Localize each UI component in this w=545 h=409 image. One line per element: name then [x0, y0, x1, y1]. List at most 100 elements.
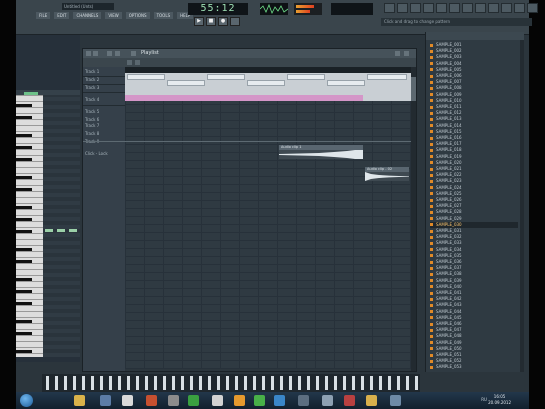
browser-item[interactable]: SAMPLE_001	[430, 42, 518, 48]
browser-item[interactable]: SAMPLE_044	[430, 309, 518, 315]
strip-key[interactable]	[163, 376, 166, 390]
black-key[interactable]	[16, 104, 32, 107]
strip-key[interactable]	[190, 376, 193, 390]
browser-item[interactable]: SAMPLE_014	[430, 123, 518, 129]
browser-item[interactable]: SAMPLE_036	[430, 259, 518, 265]
black-key[interactable]	[16, 320, 32, 323]
strip-key[interactable]	[280, 376, 283, 390]
window-option-icon[interactable]	[93, 51, 98, 56]
track-label[interactable]: Track 1	[85, 69, 99, 74]
pattern-clip[interactable]	[167, 80, 205, 86]
menu-channels[interactable]: CHANNELS	[73, 12, 102, 19]
audio-clip[interactable]: Audio clip 1	[279, 145, 363, 159]
browser-item[interactable]: SAMPLE_016	[430, 135, 518, 141]
browser-item[interactable]: SAMPLE_022	[430, 172, 518, 178]
media-taskbar-icon[interactable]	[100, 395, 111, 406]
plugin-picker-shortcut-icon[interactable]	[462, 3, 473, 13]
black-key[interactable]	[16, 176, 32, 179]
strip-key[interactable]	[316, 376, 319, 390]
tempo-tap-shortcut-icon[interactable]	[475, 3, 486, 13]
browser-scrollbar[interactable]	[520, 40, 524, 372]
strip-key[interactable]	[199, 376, 202, 390]
piano-roll-shortcut-icon[interactable]	[410, 3, 421, 13]
browser-item[interactable]: SAMPLE_029	[430, 216, 518, 222]
menu-edit[interactable]: EDIT	[54, 12, 70, 19]
black-key[interactable]	[16, 146, 32, 149]
browser-item[interactable]: SAMPLE_023	[430, 178, 518, 184]
black-key[interactable]	[16, 248, 32, 251]
browser-item[interactable]: SAMPLE_006	[430, 73, 518, 79]
menu-view[interactable]: VIEW	[105, 12, 122, 19]
explorer-taskbar-icon[interactable]	[74, 395, 85, 406]
black-key[interactable]	[16, 278, 32, 281]
browser-item[interactable]: SAMPLE_008	[430, 85, 518, 91]
about-shortcut-icon[interactable]	[514, 3, 525, 13]
mixer-shortcut-icon[interactable]	[436, 3, 447, 13]
menu-options[interactable]: OPTIONS	[125, 12, 150, 19]
black-key[interactable]	[16, 206, 32, 209]
folder-taskbar-icon[interactable]	[366, 395, 377, 406]
black-key[interactable]	[16, 116, 32, 119]
strip-key[interactable]	[154, 376, 157, 390]
browser-item[interactable]: SAMPLE_043	[430, 302, 518, 308]
app-taskbar-icon[interactable]	[146, 395, 157, 406]
black-key[interactable]	[16, 188, 32, 191]
record-button[interactable]: ●	[218, 17, 228, 26]
strip-key[interactable]	[298, 376, 301, 390]
browser-item[interactable]: SAMPLE_030	[430, 221, 518, 228]
browser-item[interactable]: SAMPLE_013	[430, 116, 518, 122]
start-button[interactable]	[20, 394, 33, 407]
browser-item[interactable]: SAMPLE_019	[430, 154, 518, 160]
black-key[interactable]	[16, 218, 32, 221]
pencil-tool-icon[interactable]	[127, 60, 132, 65]
strip-key[interactable]	[370, 376, 373, 390]
strip-key[interactable]	[226, 376, 229, 390]
track-label[interactable]: Track 6	[85, 117, 99, 122]
strip-key[interactable]	[145, 376, 148, 390]
strip-key[interactable]	[262, 376, 265, 390]
black-key[interactable]	[16, 332, 32, 335]
system-clock[interactable]: 16:05 20.09.2012	[488, 394, 511, 406]
track-label[interactable]: Track 4	[85, 97, 99, 102]
browser-item[interactable]: SAMPLE_011	[430, 104, 518, 110]
browser-item[interactable]: SAMPLE_046	[430, 321, 518, 327]
strip-key[interactable]	[127, 376, 130, 390]
fl-studio-taskbar-icon[interactable]	[234, 395, 245, 406]
browser-item[interactable]: SAMPLE_045	[430, 315, 518, 321]
browser-item[interactable]: SAMPLE_038	[430, 271, 518, 277]
paint-tool-icon[interactable]	[135, 60, 140, 65]
chat-taskbar-icon[interactable]	[254, 395, 265, 406]
player-taskbar-icon[interactable]	[188, 395, 199, 406]
pattern-clip[interactable]	[327, 80, 365, 86]
browser-item[interactable]: SAMPLE_002	[430, 48, 518, 54]
browser-shortcut-icon[interactable]	[423, 3, 434, 13]
browser-item[interactable]: SAMPLE_042	[430, 296, 518, 302]
strip-key[interactable]	[325, 376, 328, 390]
piano-roll-grid[interactable]	[43, 95, 80, 357]
black-key[interactable]	[16, 158, 32, 161]
pattern-clip[interactable]	[367, 74, 407, 80]
channel-rack-shortcut-icon[interactable]	[449, 3, 460, 13]
automation-clip-row[interactable]	[125, 95, 363, 101]
time-display[interactable]: 55:12	[188, 3, 248, 15]
language-indicator[interactable]: RU	[481, 397, 487, 402]
black-key[interactable]	[16, 302, 32, 305]
browser-item[interactable]: SAMPLE_048	[430, 333, 518, 339]
black-key[interactable]	[16, 350, 32, 353]
strip-key[interactable]	[235, 376, 238, 390]
tool-taskbar-icon[interactable]	[212, 395, 223, 406]
playlist-titlebar[interactable]: Playlist	[83, 49, 416, 58]
browser-item[interactable]: SAMPLE_004	[430, 61, 518, 67]
browser-item[interactable]: SAMPLE_040	[430, 284, 518, 290]
strip-key[interactable]	[217, 376, 220, 390]
browser-item[interactable]: SAMPLE_051	[430, 352, 518, 358]
browser-item[interactable]: SAMPLE_028	[430, 209, 518, 215]
browser-item[interactable]: SAMPLE_012	[430, 110, 518, 116]
strip-key[interactable]	[64, 376, 67, 390]
browser-item[interactable]: SAMPLE_050	[430, 346, 518, 352]
extra-shortcut-icon[interactable]	[527, 3, 538, 13]
strip-key[interactable]	[352, 376, 355, 390]
strip-key[interactable]	[46, 376, 49, 390]
playlist-grid[interactable]	[125, 73, 411, 369]
browser-item[interactable]: SAMPLE_026	[430, 197, 518, 203]
